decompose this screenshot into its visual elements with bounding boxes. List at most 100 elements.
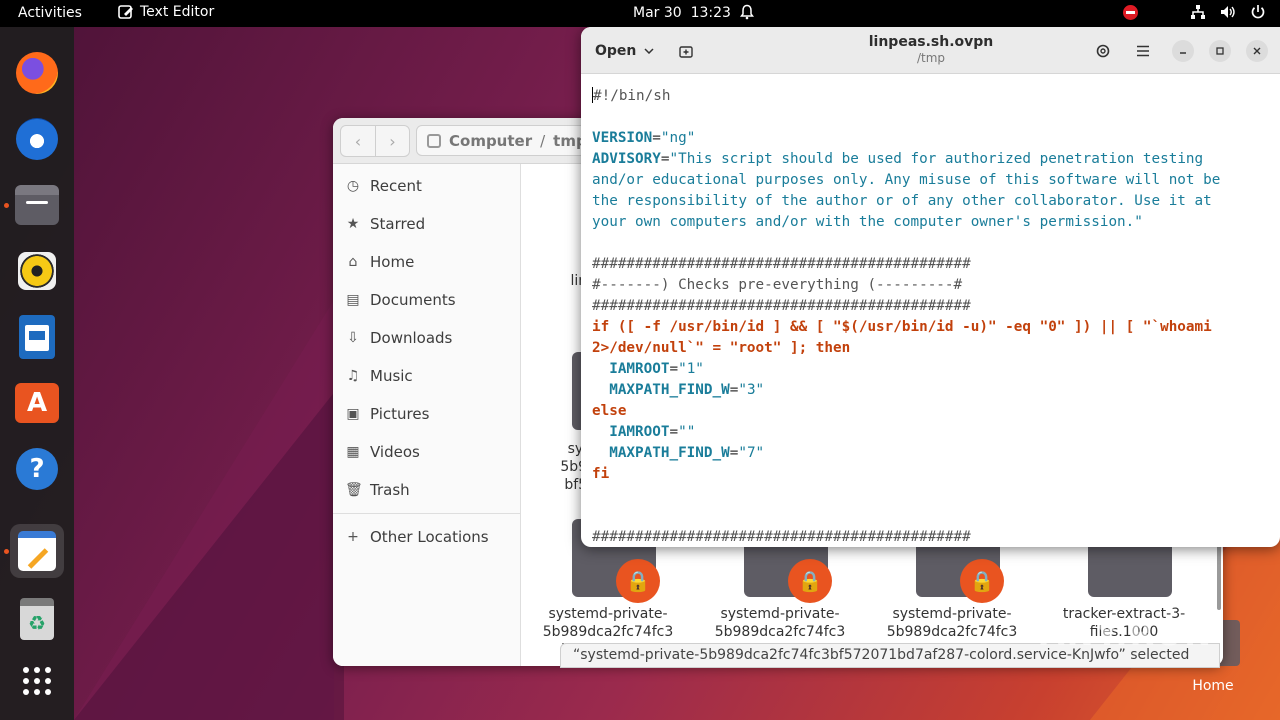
dock-libreoffice-writer[interactable] bbox=[10, 310, 64, 364]
file-label: 5b989dca2fc74fc3 bbox=[714, 624, 846, 640]
picture-icon: ▣ bbox=[346, 406, 360, 422]
system-tray[interactable] bbox=[1123, 4, 1266, 20]
files-sidebar: ◷ Recent ★ Starred ⌂ Home ▤ Documents ⇩ … bbox=[333, 164, 521, 666]
sidebar-item-starred[interactable]: ★ Starred bbox=[345, 215, 425, 233]
file-label-partial: 5b98 bbox=[560, 459, 596, 475]
sidebar-item-label: Starred bbox=[370, 215, 426, 233]
code-var: IAMROOT bbox=[609, 424, 670, 440]
file-label-partial[interactable]: linp bbox=[476, 272, 596, 290]
editor-headerbar: Open linpeas.sh.ovpn /tmp bbox=[581, 27, 1280, 74]
code-keyword: fi bbox=[592, 466, 610, 482]
code-var: MAXPATH_FIND_W bbox=[609, 382, 730, 398]
back-button[interactable]: ‹ bbox=[341, 126, 375, 156]
code-string: "ng" bbox=[660, 130, 696, 146]
sidebar-item-label: Pictures bbox=[370, 405, 430, 423]
sidebar-item-other-locations[interactable]: + Other Locations bbox=[345, 528, 489, 546]
close-button[interactable] bbox=[1246, 40, 1268, 62]
download-icon: ⇩ bbox=[347, 330, 359, 346]
forward-button[interactable]: › bbox=[375, 126, 409, 156]
watermark: ANY.RUN bbox=[1040, 615, 1213, 653]
music-icon: ♫ bbox=[346, 368, 360, 384]
show-apps-icon bbox=[23, 667, 51, 695]
document-path: /tmp bbox=[916, 51, 946, 65]
lock-icon: 🔒 bbox=[960, 559, 1004, 603]
hamburger-menu-icon bbox=[1137, 45, 1149, 57]
clock[interactable]: Mar 30 13:23 bbox=[633, 5, 731, 21]
sidebar-item-downloads[interactable]: ⇩ Downloads bbox=[345, 329, 452, 347]
sidebar-item-videos[interactable]: ▦ Videos bbox=[345, 443, 420, 461]
sidebar-item-home[interactable]: ⌂ Home bbox=[345, 253, 415, 271]
sidebar-item-label: Other Locations bbox=[370, 528, 489, 546]
lock-icon: 🔒 bbox=[788, 559, 832, 603]
code-if-line: 2>/dev/null`" = "root" ]; then bbox=[592, 340, 851, 356]
new-tab-icon bbox=[679, 46, 693, 58]
code-comment: ########################################… bbox=[592, 256, 971, 272]
new-tab-button[interactable] bbox=[673, 39, 699, 63]
files-icon bbox=[15, 185, 59, 225]
bell-icon[interactable] bbox=[739, 4, 755, 24]
path-segment-computer[interactable]: Computer bbox=[449, 132, 532, 150]
chevron-down-icon bbox=[644, 48, 654, 54]
dock-firefox[interactable] bbox=[10, 46, 64, 100]
code-string: "7" bbox=[738, 445, 765, 461]
home-icon: ⌂ bbox=[348, 254, 358, 270]
sidebar-item-music[interactable]: ♫ Music bbox=[345, 367, 413, 385]
dock-rhythmbox[interactable] bbox=[10, 244, 64, 298]
maximize-icon bbox=[1216, 47, 1224, 55]
preferences-button[interactable] bbox=[1091, 39, 1115, 63]
dock-help[interactable]: ? bbox=[10, 442, 64, 496]
document-icon: ▤ bbox=[346, 292, 360, 308]
code-var: VERSION bbox=[592, 130, 653, 146]
trash-icon: 🗑 bbox=[345, 482, 363, 498]
running-indicator bbox=[4, 203, 9, 208]
maximize-button[interactable] bbox=[1209, 40, 1231, 62]
code-comment: ########################################… bbox=[592, 298, 971, 314]
code-shebang: #!/bin/sh bbox=[593, 88, 671, 104]
sidebar-item-label: Downloads bbox=[370, 329, 453, 347]
code-string: "3" bbox=[738, 382, 765, 398]
open-button[interactable]: Open bbox=[589, 36, 660, 66]
help-icon: ? bbox=[16, 448, 58, 490]
video-icon: ▦ bbox=[346, 444, 360, 460]
sidebar-divider bbox=[333, 513, 520, 514]
path-separator: / bbox=[540, 131, 546, 150]
main-menu-button[interactable] bbox=[1131, 39, 1155, 63]
sidebar-item-label: Music bbox=[370, 367, 413, 385]
code-var: IAMROOT bbox=[609, 361, 670, 377]
code-var: ADVISORY bbox=[592, 151, 661, 167]
show-apps-button[interactable] bbox=[10, 654, 64, 708]
dock-thunderbird[interactable] bbox=[10, 112, 64, 166]
file-label[interactable]: systemd-private- bbox=[700, 605, 860, 623]
lock-icon: 🔒 bbox=[616, 559, 660, 603]
clock-date: Mar 30 bbox=[633, 5, 682, 21]
top-bar: Activities Text Editor Mar 30 13:23 bbox=[0, 0, 1280, 27]
sidebar-item-recent[interactable]: ◷ Recent bbox=[345, 177, 422, 195]
sidebar-item-documents[interactable]: ▤ Documents bbox=[345, 291, 455, 309]
app-menu[interactable]: Text Editor bbox=[118, 4, 214, 20]
trash-icon: ♻ bbox=[20, 598, 54, 640]
app-menu-label: Text Editor bbox=[140, 4, 215, 20]
code-string: and/or educational purposes only. Any mi… bbox=[592, 172, 1221, 188]
text-editor-icon bbox=[18, 531, 56, 571]
activities-button[interactable]: Activities bbox=[18, 5, 82, 21]
thunderbird-icon bbox=[16, 118, 58, 160]
do-not-disturb-icon bbox=[1123, 4, 1138, 20]
code-editor[interactable]: #!/bin/sh VERSION="ng" ADVISORY="This sc… bbox=[592, 86, 1220, 547]
sidebar-item-label: Videos bbox=[370, 443, 420, 461]
file-label[interactable]: systemd-private- bbox=[872, 605, 1032, 623]
desktop-home-label[interactable]: Home bbox=[1186, 678, 1240, 694]
dock-files[interactable] bbox=[10, 178, 64, 232]
document-title: linpeas.sh.ovpn bbox=[868, 34, 994, 50]
minimize-button[interactable] bbox=[1172, 40, 1194, 62]
code-string: "This script should be used for authoriz… bbox=[669, 151, 1204, 167]
rhythmbox-icon bbox=[18, 252, 56, 290]
sidebar-item-pictures[interactable]: ▣ Pictures bbox=[345, 405, 429, 423]
file-label[interactable]: systemd-private- bbox=[528, 605, 688, 623]
firefox-icon bbox=[16, 52, 58, 94]
libreoffice-writer-icon bbox=[19, 315, 55, 359]
sidebar-item-trash[interactable]: 🗑 Trash bbox=[345, 481, 410, 499]
open-button-label: Open bbox=[595, 43, 637, 59]
dock-text-editor[interactable] bbox=[10, 524, 64, 578]
dock-app-center[interactable]: A bbox=[10, 376, 64, 430]
dock-trash[interactable]: ♻ bbox=[10, 592, 64, 646]
